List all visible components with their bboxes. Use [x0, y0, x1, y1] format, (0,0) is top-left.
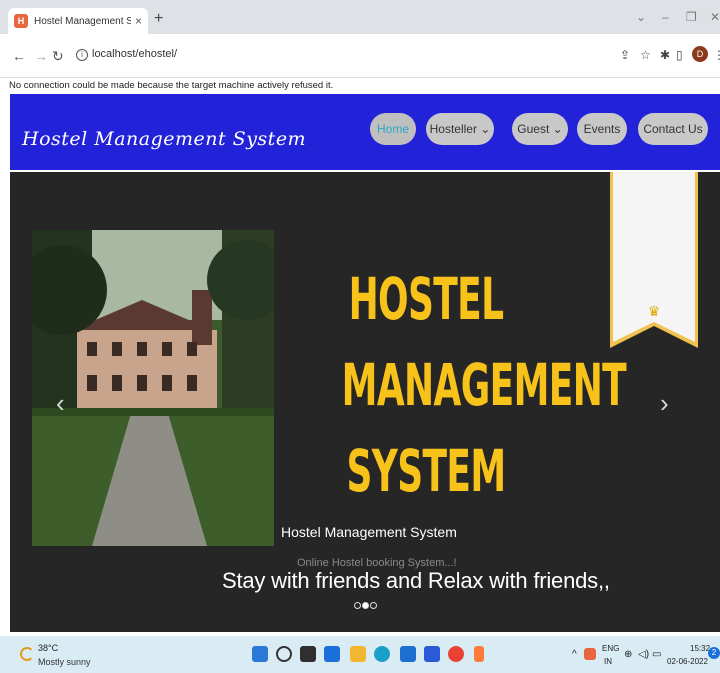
forward-icon[interactable]: → — [34, 48, 48, 64]
weather-sun-icon[interactable] — [20, 647, 34, 661]
chrome-icon[interactable] — [448, 646, 464, 662]
carousel-dot[interactable] — [354, 602, 361, 609]
hero-tagline: Stay with friends and Relax with friends… — [222, 568, 610, 593]
close-tab-icon[interactable]: × — [135, 14, 142, 28]
url-text[interactable]: localhost/ehostel/ — [92, 48, 177, 60]
start-windows-icon[interactable] — [252, 646, 268, 662]
language-top[interactable]: ENG — [602, 644, 619, 653]
extensions-icon[interactable]: ✱ — [660, 48, 670, 62]
screen: H Hostel Management System × + ⌄ – ❐ ✕ ←… — [0, 0, 720, 673]
prev-slide-arrow-icon[interactable]: ‹ — [56, 388, 65, 419]
tab-title: Hostel Management System — [34, 15, 131, 27]
edge-browser-icon[interactable] — [374, 646, 390, 662]
site-logo[interactable]: Hostel Management System — [22, 128, 306, 150]
site-header: Hostel Management System Home Hosteller … — [10, 94, 720, 170]
profile-avatar[interactable]: D — [692, 46, 708, 62]
new-tab-button[interactable]: + — [154, 10, 163, 28]
mail-icon[interactable] — [400, 646, 416, 662]
browser-tab[interactable]: H Hostel Management System × — [8, 8, 148, 34]
back-icon[interactable]: ← — [12, 48, 26, 64]
hero-title-line: MANAGEMENT — [341, 351, 627, 419]
task-view-icon[interactable] — [300, 646, 316, 662]
ribbon-banner: ♛ — [610, 172, 698, 348]
nav-contact-us[interactable]: Contact Us — [638, 113, 708, 145]
store-icon[interactable] — [424, 646, 440, 662]
crown-icon: ♛ — [648, 303, 661, 319]
share-icon[interactable]: ⇪ — [620, 48, 630, 62]
carousel-dot[interactable] — [370, 602, 377, 609]
address-bar[interactable]: i localhost/ehostel/ — [70, 42, 610, 70]
tray-app-icon[interactable] — [584, 648, 596, 660]
info-icon[interactable]: i — [76, 49, 88, 61]
language-bottom[interactable]: IN — [604, 657, 612, 666]
favicon-icon: H — [14, 14, 28, 28]
minimize-icon[interactable]: – — [662, 10, 669, 24]
close-window-icon[interactable]: ✕ — [710, 10, 720, 24]
browser-toolbar: ← → ↻ i localhost/ehostel/ ⇪ ☆ ✱ ▯ D ⋮ — [0, 34, 720, 78]
network-icon[interactable]: ⊕ — [624, 649, 632, 660]
error-message: No connection could be made because the … — [9, 80, 334, 91]
hostel-building-image — [32, 230, 274, 546]
tray-overflow-icon[interactable]: ^ — [572, 649, 577, 660]
nav-events[interactable]: Events — [577, 113, 627, 145]
nav-guest[interactable]: Guest ⌄ — [512, 113, 568, 145]
hero-title-line: HOSTEL — [348, 265, 504, 333]
volume-icon[interactable]: ◁) — [638, 649, 649, 660]
side-panel-icon[interactable]: ▯ — [676, 48, 683, 62]
nav-home[interactable]: Home — [370, 113, 416, 145]
search-icon[interactable] — [276, 646, 292, 662]
next-slide-arrow-icon[interactable]: › — [660, 388, 669, 419]
carousel-indicators — [354, 596, 378, 614]
tab-search-icon[interactable]: ⌄ — [636, 10, 646, 24]
bookmark-star-icon[interactable]: ☆ — [640, 48, 651, 62]
clock-date[interactable]: 02-06-2022 — [667, 657, 708, 666]
windows-taskbar: 38°C Mostly sunny ^ ENG IN ⊕ ◁) ▭ 15:32 … — [0, 636, 720, 673]
notification-badge[interactable]: 2 — [708, 647, 720, 659]
hero-title-line: SYSTEM — [346, 437, 506, 505]
app-icon[interactable] — [474, 646, 484, 662]
nav-hosteller[interactable]: Hosteller ⌄ — [426, 113, 494, 145]
menu-icon[interactable]: ⋮ — [713, 48, 720, 62]
carousel-dot[interactable] — [362, 602, 369, 609]
hero-title: HOSTEL MANAGEMENT SYSTEM — [341, 256, 627, 514]
weather-temperature[interactable]: 38°C — [38, 643, 58, 653]
browser-tab-bar: H Hostel Management System × + ⌄ – ❐ ✕ — [0, 0, 720, 34]
file-explorer-icon[interactable] — [350, 646, 366, 662]
restore-icon[interactable]: ❐ — [686, 10, 697, 24]
hero-carousel: ♛ HOSTEL MANAGEMENT SYSTEM ‹ › Hostel Ma… — [10, 172, 720, 632]
weather-condition[interactable]: Mostly sunny — [38, 657, 91, 667]
widgets-icon[interactable] — [324, 646, 340, 662]
reload-icon[interactable]: ↻ — [52, 48, 64, 65]
battery-icon[interactable]: ▭ — [652, 649, 661, 660]
caption-title: Hostel Management System — [281, 524, 457, 540]
